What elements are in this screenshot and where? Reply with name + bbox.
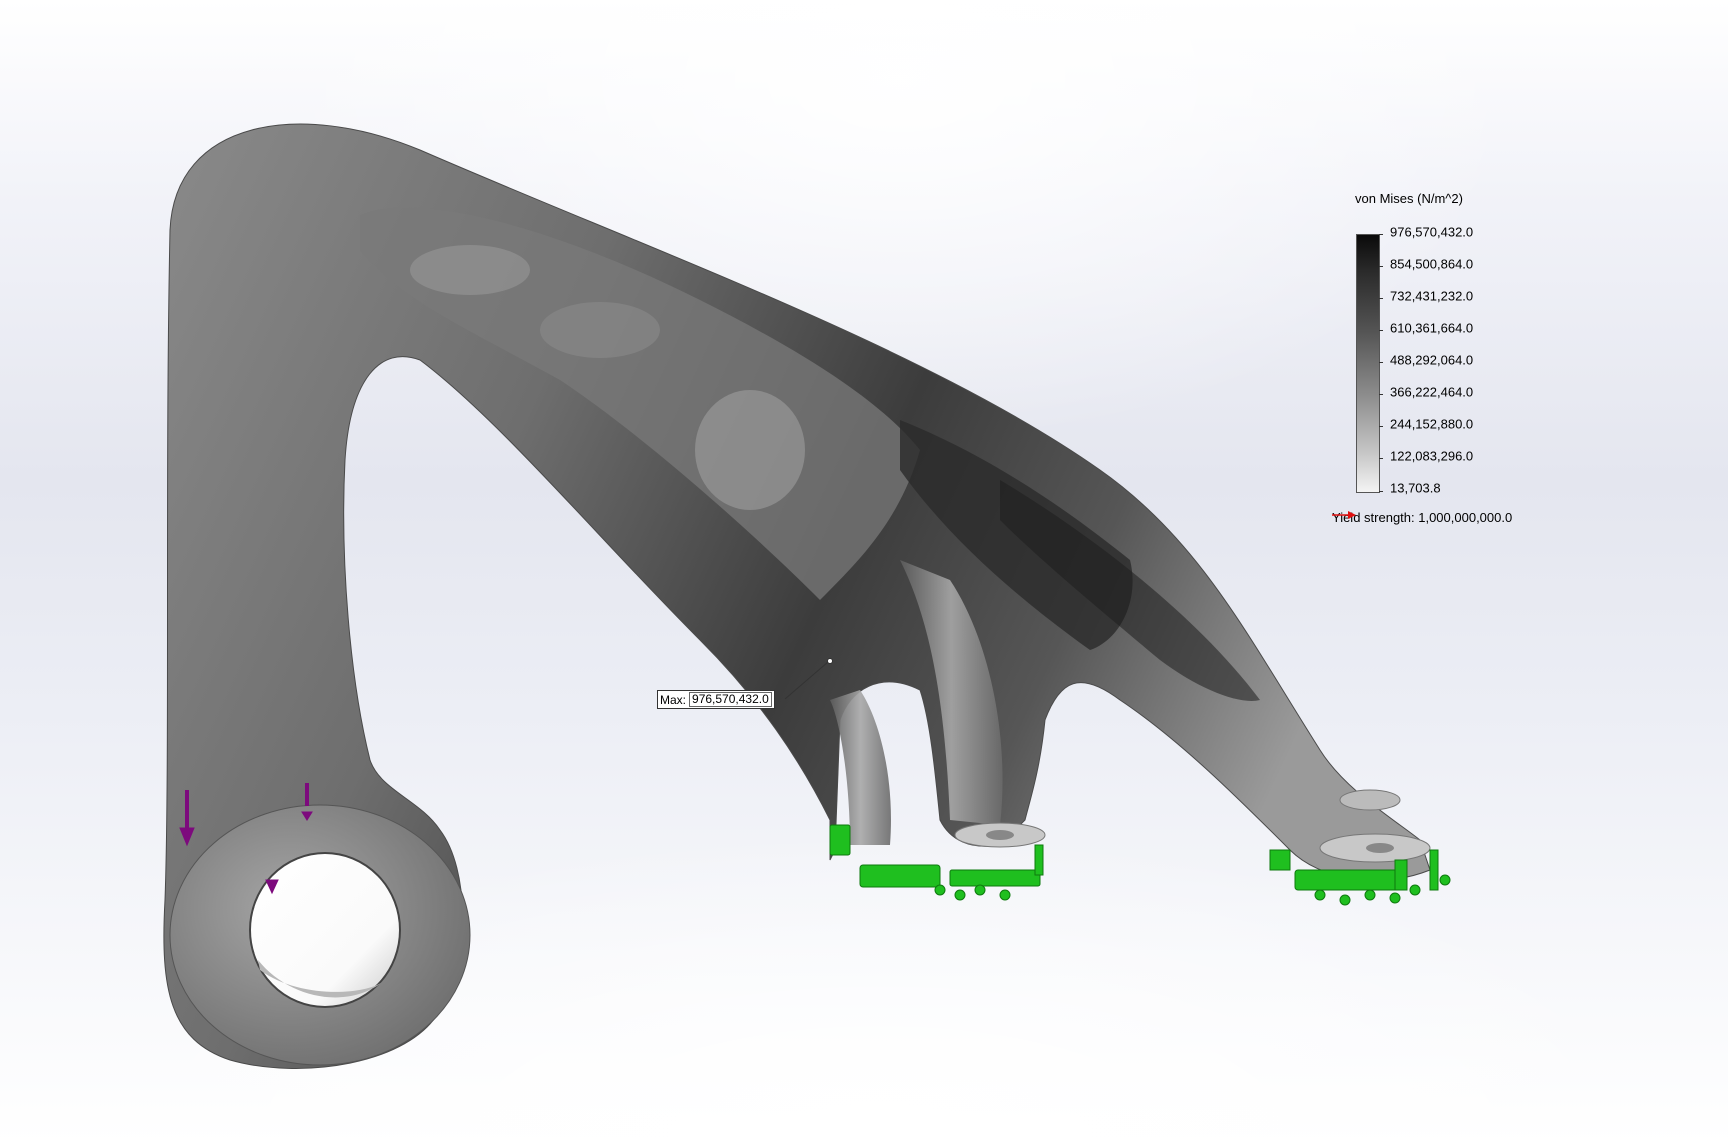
legend-tick-mark bbox=[1379, 426, 1383, 427]
legend-tick-mark bbox=[1379, 394, 1383, 395]
max-value: 976,570,432.0 bbox=[689, 692, 772, 707]
legend-tick-label: 13,703.8 bbox=[1390, 480, 1441, 496]
legend-tick-mark bbox=[1379, 491, 1383, 492]
probe-point bbox=[827, 658, 833, 664]
legend-tick-label: 122,083,296.0 bbox=[1390, 448, 1474, 464]
legend-tick-mark bbox=[1379, 266, 1383, 267]
model-view[interactable] bbox=[0, 0, 1728, 1144]
bearing-eye[interactable] bbox=[169, 804, 471, 1066]
legend-tick-label: 854,500,864.0 bbox=[1390, 256, 1474, 272]
legend-tick-label: 244,152,880.0 bbox=[1390, 416, 1474, 432]
legend-tick-mark bbox=[1379, 298, 1383, 299]
graphics-viewport[interactable]: Max: 976,570,432.0 von Mises (N/m^2) 976… bbox=[0, 0, 1728, 1144]
legend-tick-mark bbox=[1379, 234, 1383, 235]
legend-tick-mark bbox=[1379, 362, 1383, 363]
legend-tick-label: 610,361,664.0 bbox=[1390, 320, 1474, 336]
legend-tick-label: 366,222,464.0 bbox=[1390, 384, 1474, 400]
yield-arrow-icon bbox=[1332, 511, 1356, 519]
legend-tick-label: 488,292,064.0 bbox=[1390, 352, 1474, 368]
legend-tick-label: 976,570,432.0 bbox=[1390, 224, 1474, 240]
max-probe-label[interactable]: Max: 976,570,432.0 bbox=[657, 690, 775, 709]
yield-strength-label: Yield strength: 1,000,000,000.0 bbox=[1332, 510, 1513, 525]
legend-tick-mark bbox=[1379, 458, 1383, 459]
legend-title: von Mises (N/m^2) bbox=[1355, 191, 1463, 206]
legend-tick-mark bbox=[1379, 330, 1383, 331]
legend-color-bar bbox=[1356, 234, 1380, 493]
yield-strength-indicator: Yield strength: 1,000,000,000.0 bbox=[1332, 510, 1512, 525]
legend-tick-label: 732,431,232.0 bbox=[1390, 288, 1474, 304]
max-label: Max: bbox=[660, 692, 687, 707]
